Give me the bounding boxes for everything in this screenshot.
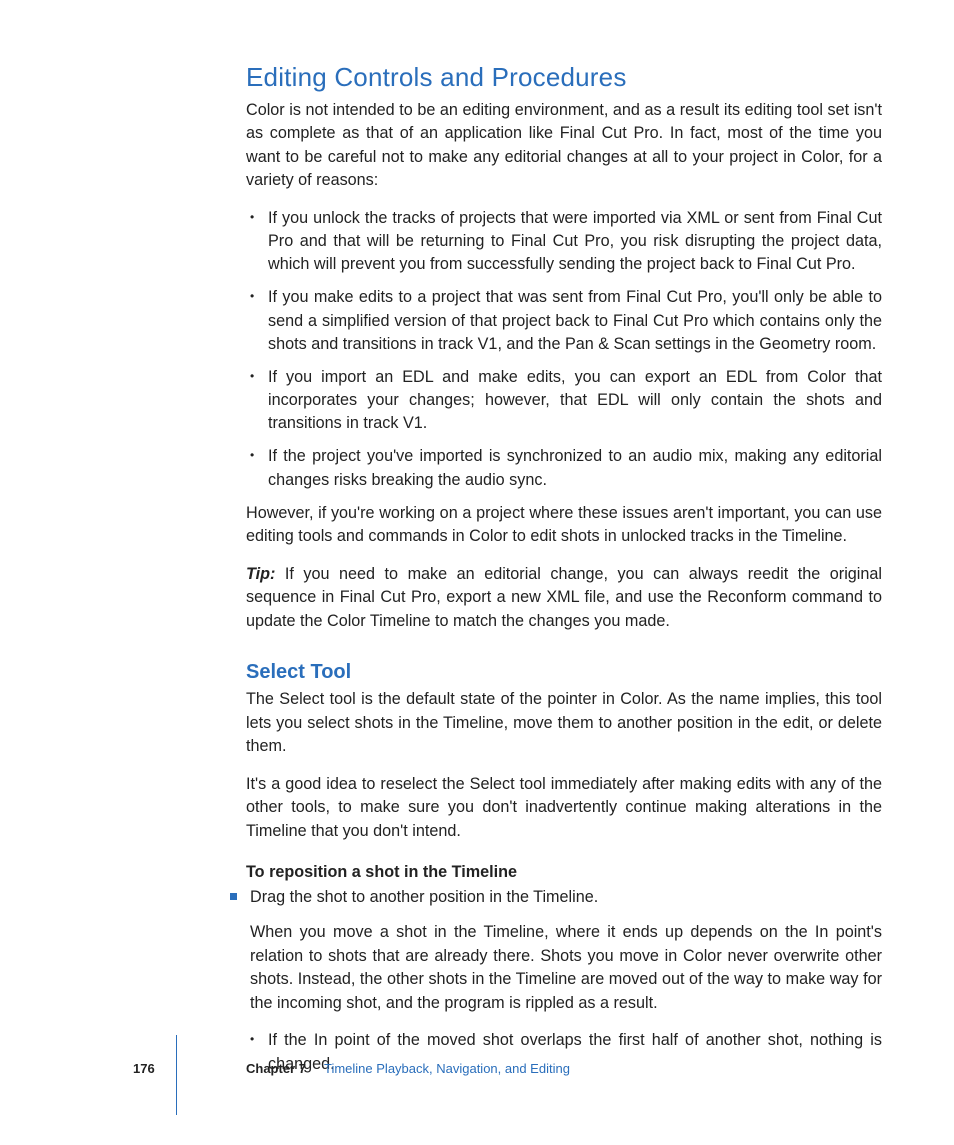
subsection-heading: Select Tool bbox=[246, 661, 882, 684]
chapter-label: Chapter 7 bbox=[246, 1061, 306, 1076]
reasons-list: If you unlock the tracks of projects tha… bbox=[246, 207, 882, 492]
step-title: To reposition a shot in the Timeline bbox=[246, 863, 882, 882]
page-content: Editing Controls and Procedures Color is… bbox=[246, 62, 882, 1086]
however-paragraph: However, if you're working on a project … bbox=[246, 502, 882, 549]
list-item: Drag the shot to another position in the… bbox=[228, 886, 882, 909]
select-paragraph-1: The Select tool is the default state of … bbox=[246, 688, 882, 758]
select-paragraph-2: It's a good idea to reselect the Select … bbox=[246, 773, 882, 843]
footer-rule bbox=[176, 1035, 177, 1115]
list-item: If you unlock the tracks of projects tha… bbox=[246, 207, 882, 276]
step-list: Drag the shot to another position in the… bbox=[228, 886, 882, 909]
document-page: Editing Controls and Procedures Color is… bbox=[0, 0, 954, 1145]
list-item: If the project you've imported is synchr… bbox=[246, 445, 882, 491]
chapter-title: Timeline Playback, Navigation, and Editi… bbox=[324, 1061, 570, 1076]
list-item: If you make edits to a project that was … bbox=[246, 286, 882, 355]
section-heading: Editing Controls and Procedures bbox=[246, 62, 882, 93]
tip-label: Tip: bbox=[246, 565, 275, 583]
tip-text: If you need to make an editorial change,… bbox=[246, 565, 882, 630]
list-item: If you import an EDL and make edits, you… bbox=[246, 366, 882, 435]
page-footer: 176 Chapter 7 Timeline Playback, Navigat… bbox=[0, 1061, 954, 1091]
tip-paragraph: Tip: If you need to make an editorial ch… bbox=[246, 563, 882, 633]
step-detail-paragraph: When you move a shot in the Timeline, wh… bbox=[246, 921, 882, 1015]
intro-paragraph: Color is not intended to be an editing e… bbox=[246, 99, 882, 193]
page-number: 176 bbox=[133, 1061, 155, 1076]
